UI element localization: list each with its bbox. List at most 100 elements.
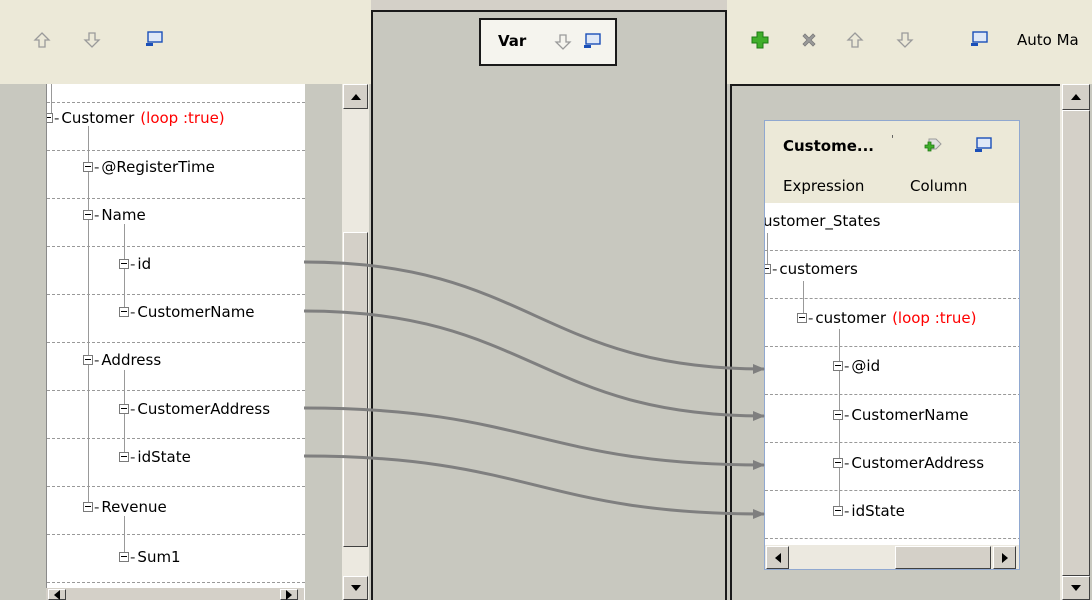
move-down-button[interactable]	[893, 28, 917, 52]
tree-node[interactable]: ustomer_States	[764, 209, 881, 233]
tree-node[interactable]: - CustomerName	[833, 403, 969, 427]
tree-node[interactable]: - id	[119, 252, 151, 276]
left-tree-hscroll[interactable]	[46, 588, 304, 600]
column-header-column[interactable]: Column	[910, 177, 967, 195]
arrow-down-icon	[350, 585, 361, 591]
collapse-icon[interactable]	[833, 361, 843, 371]
tree-node[interactable]: - Address	[83, 348, 161, 372]
scroll-right-button[interactable]	[280, 589, 298, 600]
collapse-icon[interactable]	[119, 307, 129, 317]
minimize-button[interactable]	[143, 27, 167, 51]
node-label: idState	[137, 448, 191, 466]
left-toolbar	[0, 0, 371, 84]
scroll-left-button[interactable]	[766, 546, 789, 569]
window-icon	[146, 31, 163, 46]
window-icon	[975, 137, 992, 152]
node-label: @RegisterTime	[101, 158, 215, 176]
node-label: idState	[851, 502, 905, 520]
tree-node[interactable]: - CustomerName	[119, 300, 255, 324]
var-header: Var	[479, 18, 617, 66]
node-label: Address	[101, 351, 162, 369]
tree-node[interactable]: - Sum1	[119, 545, 181, 569]
arrow-up-icon	[33, 32, 51, 48]
scroll-thumb[interactable]	[343, 232, 368, 547]
tree-node[interactable]: - Customer (loop :true)	[47, 106, 225, 130]
move-up-button[interactable]	[843, 28, 867, 52]
node-label: ustomer_States	[764, 212, 881, 230]
collapse-icon[interactable]	[119, 452, 129, 462]
tree-node[interactable]: - Name	[83, 203, 146, 227]
node-label: customers	[779, 260, 858, 278]
collapse-icon[interactable]	[833, 410, 843, 420]
scroll-thumb[interactable]	[1062, 110, 1090, 576]
output-table-title-mark: '	[891, 133, 895, 146]
add-button[interactable]	[748, 28, 772, 52]
column-header-expression[interactable]: Expression	[783, 177, 864, 195]
tree-node[interactable]: - CustomerAddress	[119, 397, 270, 421]
collapse-icon[interactable]	[797, 313, 807, 323]
node-label: Customer	[61, 109, 135, 127]
arrow-right-icon	[1001, 552, 1008, 563]
node-label: Sum1	[137, 548, 181, 566]
node-label: Name	[101, 206, 146, 224]
node-label: CustomerName	[851, 406, 969, 424]
auto-map-button[interactable]: Auto Ma	[1017, 31, 1079, 49]
collapse-icon[interactable]	[83, 502, 93, 512]
collapse-icon[interactable]	[119, 259, 129, 269]
var-panel	[371, 10, 727, 600]
collapse-icon[interactable]	[47, 113, 53, 123]
arrow-down-icon	[554, 34, 572, 50]
arrow-left-icon	[54, 589, 60, 600]
scroll-thumb[interactable]	[895, 546, 991, 569]
node-label: id	[137, 255, 152, 273]
collapse-icon[interactable]	[119, 552, 129, 562]
collapse-icon[interactable]	[83, 355, 93, 365]
node-label: CustomerAddress	[137, 400, 271, 418]
output-table-header: Custome... '	[765, 121, 1019, 171]
collapse-icon[interactable]	[833, 458, 843, 468]
loop-flag: (loop :true)	[892, 309, 977, 327]
minimize-button[interactable]	[968, 27, 992, 51]
node-label: CustomerAddress	[851, 454, 985, 472]
add-output-button[interactable]	[921, 133, 945, 157]
node-label: CustomerName	[137, 303, 255, 321]
move-down-button[interactable]	[80, 28, 104, 52]
loop-flag: (loop :true)	[140, 109, 225, 127]
tree-node[interactable]: - idState	[119, 445, 191, 469]
node-label: @id	[851, 357, 881, 375]
remove-button[interactable]	[797, 28, 821, 52]
node-label: Revenue	[101, 498, 167, 516]
window-icon	[971, 31, 988, 46]
arrow-down-icon	[83, 32, 101, 48]
arrow-down-icon	[896, 32, 914, 48]
var-move-down-button[interactable]	[551, 30, 575, 54]
scroll-down-button[interactable]	[343, 576, 368, 600]
arrow-down-icon	[1071, 585, 1081, 591]
output-table-title: Custome...	[783, 137, 874, 155]
delete-icon	[802, 33, 816, 47]
plus-icon	[751, 31, 769, 49]
collapse-icon[interactable]	[765, 264, 771, 274]
tree-node[interactable]: - @RegisterTime	[83, 155, 215, 179]
tree-node[interactable]: - customer (loop :true)	[797, 306, 976, 330]
scroll-up-button[interactable]	[1062, 84, 1090, 110]
arrow-left-icon	[774, 552, 781, 563]
tree-node[interactable]: - CustomerAddress	[833, 451, 984, 475]
output-minimize-button[interactable]	[972, 133, 996, 157]
tree-node[interactable]: - idState	[833, 499, 905, 523]
var-minimize-button[interactable]	[581, 29, 605, 53]
scroll-right-button[interactable]	[993, 546, 1016, 569]
tree-node[interactable]: - Revenue	[83, 495, 167, 519]
collapse-icon[interactable]	[83, 162, 93, 172]
output-table: Custome... ' Expression Column ustomer_S…	[764, 120, 1020, 570]
arrow-up-icon	[350, 93, 361, 100]
collapse-icon[interactable]	[119, 404, 129, 414]
tree-node[interactable]: - customers	[765, 257, 858, 281]
collapse-icon[interactable]	[833, 506, 843, 516]
tree-node[interactable]: - @id	[833, 354, 880, 378]
move-up-button[interactable]	[30, 28, 54, 52]
collapse-icon[interactable]	[83, 210, 93, 220]
scroll-down-button[interactable]	[1062, 576, 1090, 600]
scroll-left-button[interactable]	[48, 589, 66, 600]
scroll-up-button[interactable]	[343, 84, 368, 109]
